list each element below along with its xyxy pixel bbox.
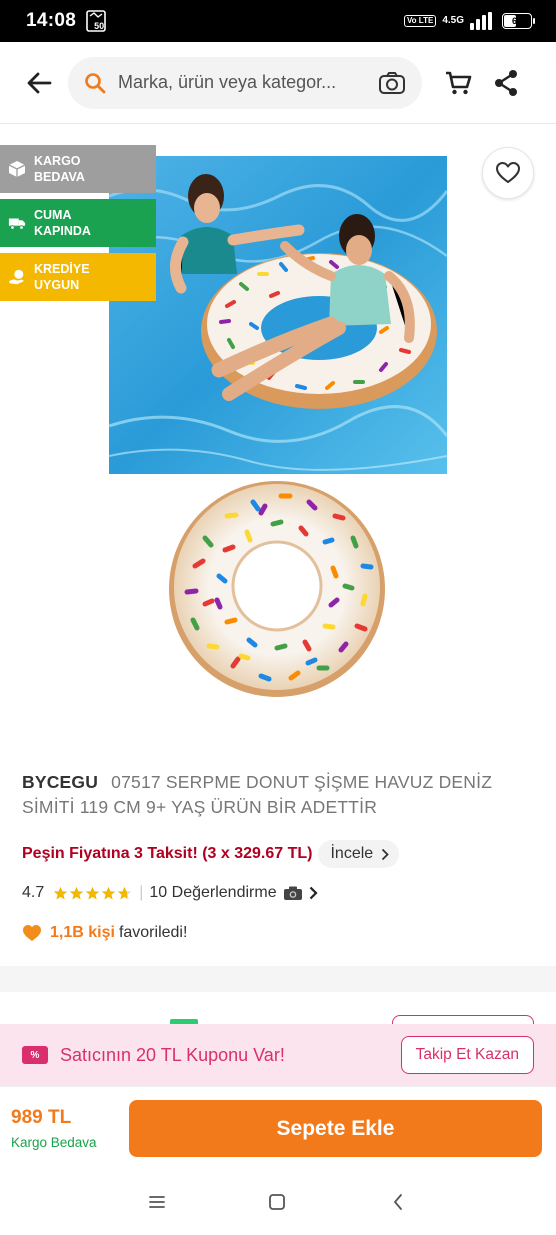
add-to-cart-button[interactable]: Sepete Ekle bbox=[129, 1100, 542, 1157]
search-bar[interactable]: Marka, ürün veya kategor... bbox=[68, 56, 422, 109]
purchase-bar: 989 TL Kargo Bedava Sepete Ekle bbox=[0, 1086, 556, 1170]
product-gallery[interactable]: KARGO BEDAVA CUMA KAPINDA KREDİYE UYGUN bbox=[0, 124, 556, 734]
truck-icon bbox=[8, 214, 26, 232]
back-button[interactable] bbox=[18, 62, 60, 104]
star-icon bbox=[86, 886, 100, 899]
chevron-left-icon bbox=[393, 1194, 402, 1210]
volte-icon: Vo LTE bbox=[403, 15, 437, 27]
share-icon bbox=[495, 69, 517, 96]
favorite-count: 1,1B kişi bbox=[50, 924, 115, 941]
status-time: 14:08 bbox=[26, 10, 77, 31]
coins-icon bbox=[8, 268, 26, 286]
menu-icon bbox=[149, 1196, 165, 1208]
box-icon bbox=[8, 160, 26, 178]
product-price: 989 TL bbox=[11, 1107, 72, 1128]
favorites-row: 1,1B kişi favoriledi! bbox=[22, 924, 187, 942]
home-button[interactable] bbox=[265, 1190, 289, 1214]
product-brand[interactable]: BYCEGU bbox=[22, 772, 98, 792]
battery-icon: 65 bbox=[502, 13, 535, 29]
badge-line1: KREDİYE bbox=[34, 262, 90, 276]
star-icon bbox=[102, 886, 116, 899]
cart-button[interactable] bbox=[438, 63, 478, 103]
system-back-button[interactable] bbox=[386, 1190, 410, 1214]
rating-stars bbox=[53, 886, 132, 901]
system-nav-bar bbox=[0, 1170, 556, 1235]
share-button[interactable] bbox=[486, 63, 526, 103]
rating-value: 4.7 bbox=[22, 884, 45, 901]
favorite-button[interactable] bbox=[482, 147, 534, 199]
seller-coupon-banner: % Satıcının 20 TL Kuponu Var! Takip Et K… bbox=[0, 1024, 556, 1086]
cart-icon bbox=[446, 71, 472, 94]
recent-apps-button[interactable] bbox=[145, 1190, 169, 1214]
product-page: 14:08 50 Vo LTE 4.5G 65 Marka, ürün veya… bbox=[0, 0, 556, 1235]
star-half-icon bbox=[118, 886, 132, 899]
badge-line2: KAPINDA bbox=[34, 224, 91, 238]
heart-icon bbox=[496, 162, 520, 183]
review-count[interactable]: 10 Değerlendirme bbox=[149, 884, 276, 902]
free-shipping-label: Kargo Bedava bbox=[11, 1135, 97, 1150]
badge-list: KARGO BEDAVA CUMA KAPINDA KREDİYE UYGUN bbox=[0, 145, 156, 301]
chevron-right-icon bbox=[309, 886, 318, 900]
installment-text: Peşin Fiyatına 3 Taksit! (3 x 329.67 TL) bbox=[22, 845, 313, 862]
product-photo-donut bbox=[165, 476, 389, 702]
badge-credit-eligible: KREDİYE UYGUN bbox=[0, 253, 156, 301]
coupon-icon: % bbox=[22, 1046, 48, 1064]
app-header: Marka, ürün veya kategor... bbox=[0, 42, 556, 124]
badge-line1: CUMA bbox=[34, 208, 72, 222]
installment-link-label: İncele bbox=[330, 845, 374, 862]
section-divider bbox=[0, 966, 556, 992]
badge-line1: KARGO bbox=[34, 154, 81, 168]
square-icon bbox=[269, 1194, 285, 1210]
product-photo-pool bbox=[109, 156, 447, 474]
signal-icon bbox=[470, 12, 492, 30]
product-title: BYCEGU 07517 SERPME DONUT ŞİŞME HAVUZ DE… bbox=[22, 770, 522, 820]
installment-row: Peşin Fiyatına 3 Taksit! (3 x 329.67 TL)… bbox=[22, 840, 400, 868]
installment-details-link[interactable]: İncele bbox=[318, 840, 400, 868]
camera-icon bbox=[283, 885, 303, 901]
camera-search-button[interactable] bbox=[378, 71, 406, 95]
network-type: 4.5G bbox=[442, 15, 464, 26]
battery-level: 65 bbox=[511, 16, 522, 26]
favorite-suffix: favoriledi! bbox=[118, 924, 188, 941]
badge-friday-delivery: CUMA KAPINDA bbox=[0, 199, 156, 247]
divider: | bbox=[139, 884, 144, 901]
search-input[interactable]: Marka, ürün veya kategor... bbox=[118, 72, 366, 93]
notification-badge: 50 bbox=[94, 21, 105, 31]
star-icon bbox=[54, 886, 68, 899]
coupon-text: Satıcının 20 TL Kuponu Var! bbox=[60, 1044, 285, 1065]
badge-free-shipping: KARGO BEDAVA bbox=[0, 145, 156, 193]
chevron-right-icon bbox=[382, 848, 389, 860]
arrow-left-icon bbox=[27, 72, 52, 93]
rating-row[interactable]: 4.7 | 10 Değerlendirme bbox=[22, 884, 318, 902]
star-icon bbox=[70, 886, 84, 899]
camera-search-icon bbox=[379, 71, 405, 94]
heart-filled-icon bbox=[23, 925, 41, 941]
status-bar: 14:08 50 Vo LTE 4.5G 65 bbox=[0, 0, 556, 42]
follow-and-earn-button[interactable]: Takip Et Kazan bbox=[400, 1036, 534, 1074]
badge-line2: BEDAVA bbox=[34, 170, 85, 184]
badge-line2: UYGUN bbox=[34, 278, 80, 292]
search-icon bbox=[85, 72, 106, 93]
